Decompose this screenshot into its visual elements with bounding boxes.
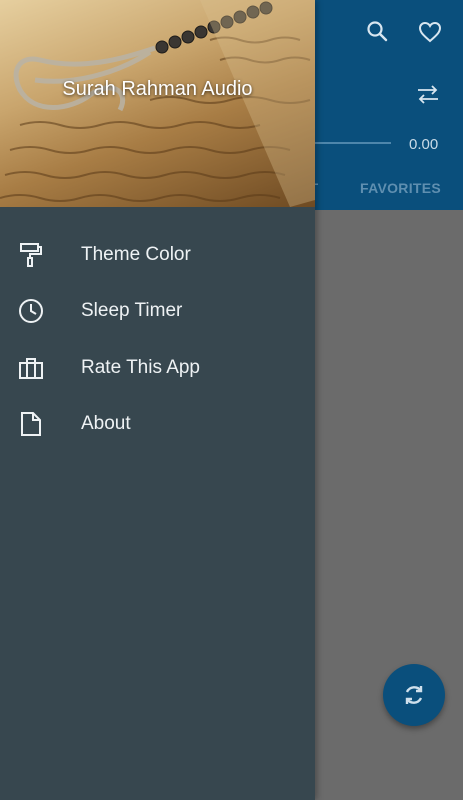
search-icon[interactable] xyxy=(366,20,388,42)
navigation-drawer: Surah Rahman Audio Theme Color Sleep Tim… xyxy=(0,0,315,800)
briefcase-icon xyxy=(18,355,44,381)
tab-favorites[interactable]: FAVORITES xyxy=(360,180,441,196)
menu-label: Sleep Timer xyxy=(81,300,183,321)
quran-header-image xyxy=(0,0,315,207)
heart-icon[interactable] xyxy=(418,20,442,44)
menu-item-theme-color[interactable]: Theme Color xyxy=(0,227,315,283)
drawer-title: Surah Rahman Audio xyxy=(62,78,253,100)
shuffle-icon[interactable] xyxy=(416,82,440,106)
paint-roller-icon xyxy=(18,242,44,268)
time-label: 0.00 xyxy=(409,136,439,153)
menu-label: About xyxy=(81,413,131,434)
menu-item-about[interactable]: About xyxy=(0,396,315,452)
progress-track[interactable] xyxy=(315,142,391,144)
document-icon xyxy=(18,411,44,437)
refresh-icon xyxy=(405,686,423,704)
menu-label: Rate This App xyxy=(81,357,201,378)
menu-label: Theme Color xyxy=(81,244,191,265)
menu-item-rate-app[interactable]: Rate This App xyxy=(0,340,315,396)
drawer-header: Surah Rahman Audio xyxy=(0,0,315,207)
clock-icon xyxy=(18,298,44,324)
refresh-button[interactable] xyxy=(383,664,445,726)
menu-item-sleep-timer[interactable]: Sleep Timer xyxy=(0,283,315,339)
